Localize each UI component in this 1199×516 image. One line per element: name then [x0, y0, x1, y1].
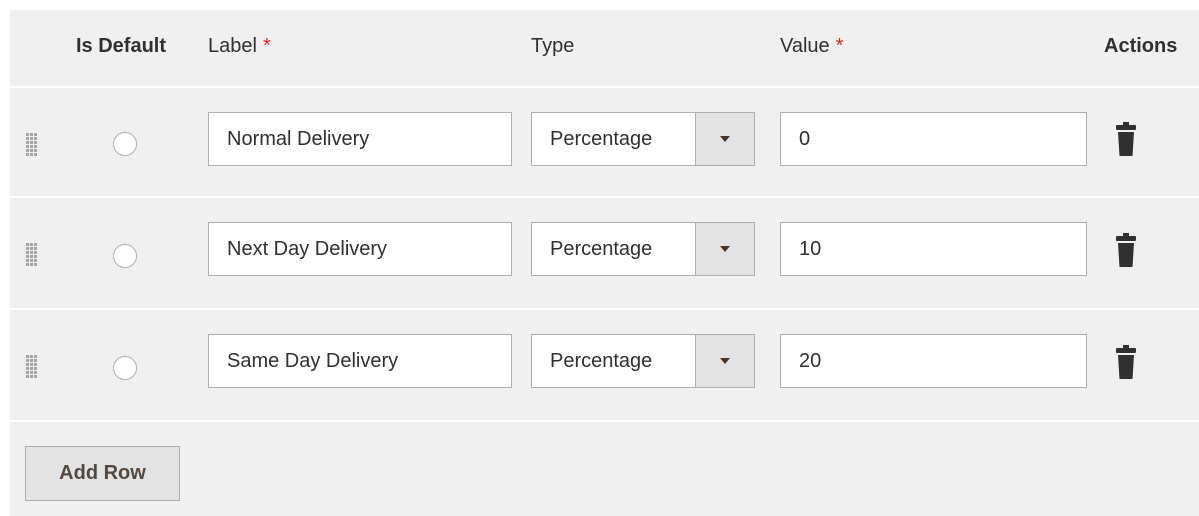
- row-divider: [10, 420, 1199, 422]
- label-input[interactable]: Next Day Delivery: [208, 222, 512, 276]
- options-grid: Is Default Label * Type Value * Actions No…: [10, 10, 1199, 516]
- add-row-button[interactable]: Add Row: [25, 446, 180, 501]
- value-input[interactable]: 20: [780, 334, 1087, 388]
- trash-icon[interactable]: [1115, 122, 1137, 156]
- table-row: Same Day Delivery Percentage 20: [10, 310, 1199, 418]
- drag-handle-icon[interactable]: [26, 133, 38, 159]
- required-marker: *: [835, 35, 844, 57]
- header-label: Label *: [208, 35, 271, 58]
- table-row: Normal Delivery Percentage 0: [10, 88, 1199, 196]
- is-default-radio[interactable]: [113, 356, 137, 380]
- trash-icon[interactable]: [1115, 345, 1137, 379]
- chevron-down-icon: [720, 358, 730, 364]
- label-input[interactable]: Normal Delivery: [208, 112, 512, 166]
- select-toggle[interactable]: [695, 223, 754, 275]
- select-toggle[interactable]: [695, 335, 754, 387]
- type-select-value: Percentage: [550, 127, 653, 150]
- value-input[interactable]: 0: [780, 112, 1087, 166]
- drag-handle-icon[interactable]: [26, 355, 38, 381]
- type-select-value: Percentage: [550, 237, 653, 260]
- table-row: Next Day Delivery Percentage 10: [10, 198, 1199, 306]
- grid-header: Is Default Label * Type Value * Actions: [10, 10, 1199, 86]
- chevron-down-icon: [720, 246, 730, 252]
- header-value: Value *: [780, 35, 843, 58]
- type-select[interactable]: Percentage: [531, 112, 755, 166]
- type-select-value: Percentage: [550, 349, 653, 372]
- select-toggle[interactable]: [695, 113, 754, 165]
- header-actions: Actions: [1104, 35, 1178, 57]
- label-input[interactable]: Same Day Delivery: [208, 334, 512, 388]
- type-select[interactable]: Percentage: [531, 334, 755, 388]
- required-marker: *: [262, 35, 271, 57]
- drag-handle-icon[interactable]: [26, 243, 38, 269]
- trash-icon[interactable]: [1115, 233, 1137, 267]
- header-type: Type: [531, 35, 575, 57]
- is-default-radio[interactable]: [113, 244, 137, 268]
- value-input[interactable]: 10: [780, 222, 1087, 276]
- header-value-text: Value: [780, 35, 830, 57]
- header-is-default: Is Default: [76, 35, 167, 57]
- chevron-down-icon: [720, 136, 730, 142]
- is-default-radio[interactable]: [113, 132, 137, 156]
- type-select[interactable]: Percentage: [531, 222, 755, 276]
- header-label-text: Label: [208, 35, 257, 57]
